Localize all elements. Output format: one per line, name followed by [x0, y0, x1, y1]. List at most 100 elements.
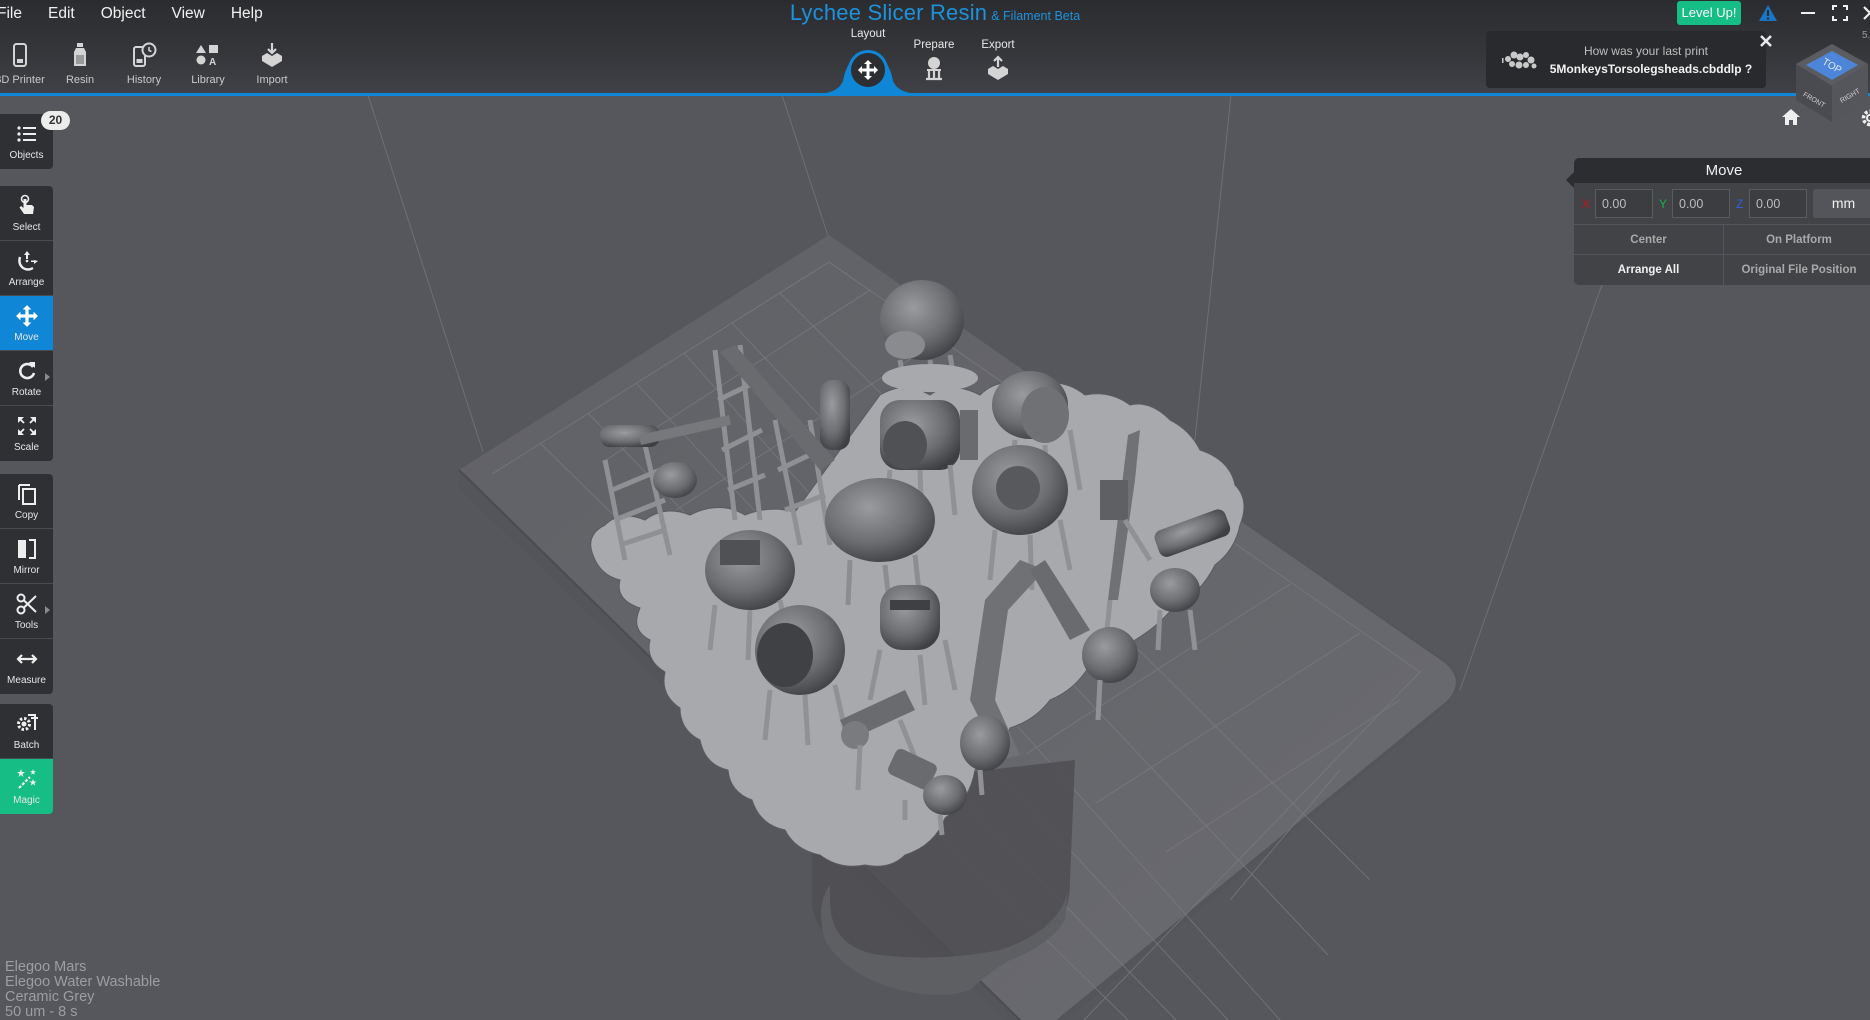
notification-close-icon[interactable] — [1758, 33, 1774, 49]
warning-icon — [1759, 5, 1777, 21]
toolbar-history-button[interactable]: History — [112, 42, 176, 86]
menu-file[interactable]: File — [0, 4, 35, 24]
move-actions-row-2: Arrange All Original File Position — [1574, 255, 1870, 285]
sidebar-mirror-label: Mirror — [13, 564, 40, 576]
sidebar-item-scale[interactable]: Scale — [0, 406, 53, 461]
toolbar-3d-printer-label: 3D Printer — [0, 74, 45, 86]
x-coordinate-input[interactable] — [1595, 189, 1653, 218]
copy-icon — [17, 483, 36, 505]
version-label: 5. — [1862, 30, 1870, 41]
sidebar-item-measure[interactable]: Measure — [0, 639, 53, 694]
z-coordinate-input[interactable] — [1749, 189, 1807, 218]
x-axis-label: X — [1582, 196, 1591, 211]
warning-button[interactable] — [1756, 2, 1780, 24]
toolbar-library-button[interactable]: A Library — [176, 42, 240, 86]
print-thumbnail — [1502, 51, 1537, 69]
menu-help[interactable]: Help — [218, 4, 276, 24]
print-feedback-notification[interactable]: How was your last print 5MonkeysTorsoleg… — [1486, 31, 1766, 88]
view-settings-gear-icon[interactable] — [1860, 108, 1870, 128]
sidebar-objects-label: Objects — [9, 150, 44, 161]
sidebar-automation-group: Batch Magic — [0, 704, 53, 814]
original-file-position-button[interactable]: Original File Position — [1724, 255, 1870, 285]
menu-edit[interactable]: Edit — [35, 4, 88, 24]
y-coordinate-input[interactable] — [1672, 189, 1730, 218]
move-arrows-icon — [858, 60, 878, 80]
sidebar-item-batch[interactable]: Batch — [0, 704, 53, 759]
svg-text:A: A — [209, 57, 216, 68]
resin-color: Ceramic Grey — [5, 989, 95, 1005]
sidebar-item-tools[interactable]: Tools — [0, 584, 53, 639]
minimize-icon — [1801, 12, 1815, 14]
sidebar-transform-group: Select Arrange Move Rotate Scale — [0, 186, 53, 461]
y-axis-label: Y — [1659, 196, 1668, 211]
toolbar-history-label: History — [126, 74, 162, 86]
notification-filename[interactable]: 5MonkeysTorsolegsheads.cbddlp ? — [1546, 62, 1756, 76]
close-icon — [1863, 6, 1870, 20]
stage-layout-button[interactable] — [848, 50, 888, 90]
sidebar-item-rotate[interactable]: Rotate — [0, 351, 53, 406]
toolbar-3d-printer-button[interactable]: 3D Printer — [0, 42, 52, 86]
scale-icon — [17, 417, 36, 435]
stage-layout-tab[interactable]: Layout — [838, 28, 898, 40]
app-window: File Edit Object View Help 3D Printer Re… — [0, 0, 1870, 1020]
close-window-button[interactable] — [1858, 2, 1870, 24]
sidebar-item-copy[interactable]: Copy — [0, 474, 53, 529]
minimize-button[interactable] — [1796, 2, 1820, 24]
unit-toggle-button[interactable]: mm — [1813, 189, 1870, 218]
toolbar-library-label: Library — [191, 74, 225, 86]
sidebar-arrange-label: Arrange — [8, 276, 45, 288]
notification-question: How was your last print — [1583, 44, 1709, 58]
sidebar-batch-label: Batch — [13, 739, 40, 751]
sidebar-copy-label: Copy — [14, 509, 39, 521]
arrange-all-button[interactable]: Arrange All — [1574, 255, 1724, 285]
sidebar-select-label: Select — [12, 221, 41, 233]
printer-model: Elegoo Mars — [5, 959, 87, 975]
move-panel-title: Move — [1574, 158, 1870, 183]
rotate-submenu-caret-icon[interactable] — [45, 373, 50, 381]
toolbar-import-button[interactable]: Import — [240, 42, 304, 86]
stage-layout-label: Layout — [850, 28, 886, 40]
toolbar-resin-button[interactable]: Resin — [48, 42, 112, 86]
sidebar-item-select[interactable]: Select — [0, 186, 53, 241]
app-title-subtitle: & Filament Beta — [991, 9, 1081, 23]
sidebar-scale-label: Scale — [13, 442, 39, 453]
printer-icon — [13, 43, 27, 67]
measure-icon — [15, 654, 38, 664]
sidebar-item-move[interactable]: Move — [0, 296, 53, 351]
printer-profile-info: Elegoo Mars Elegoo Water Washable Cerami… — [5, 960, 160, 1020]
history-icon — [133, 42, 157, 67]
move-coordinates-row: X Y Z mm — [1574, 183, 1870, 225]
view-cube[interactable]: TOP FRONT RIGHT — [1792, 42, 1870, 122]
sidebar-item-magic[interactable]: Magic — [0, 759, 53, 814]
move-panel: Move X Y Z mm Center On Platform Arrange… — [1566, 158, 1870, 285]
center-button[interactable]: Center — [1574, 225, 1724, 254]
stage-export-label: Export — [981, 39, 1015, 51]
arrange-icon — [17, 250, 38, 271]
home-view-icon[interactable] — [1781, 108, 1801, 126]
list-icon — [16, 126, 36, 142]
on-platform-button[interactable]: On Platform — [1724, 225, 1870, 254]
batch-icon — [16, 713, 38, 731]
toolbar-resin-label: Resin — [65, 74, 95, 86]
header-accent-line — [0, 93, 1870, 96]
resin-bottle-icon — [74, 43, 86, 66]
menu-object[interactable]: Object — [88, 4, 159, 24]
maximize-button[interactable] — [1828, 2, 1852, 24]
menu-view[interactable]: View — [159, 4, 218, 24]
sidebar-measure-label: Measure — [7, 675, 46, 686]
level-up-button[interactable]: Level Up! — [1677, 1, 1741, 25]
move-actions-row-1: Center On Platform — [1574, 225, 1870, 255]
layer-settings: 50 um - 8 s — [5, 1004, 78, 1020]
app-title: Lychee Slicer Resin & Filament Beta — [0, 0, 1870, 26]
sidebar-item-arrange[interactable]: Arrange — [0, 241, 53, 296]
sidebar-magic-label: Magic — [13, 795, 40, 806]
stage-export-tab[interactable]: Export — [968, 39, 1028, 86]
library-icon: A — [196, 45, 218, 68]
import-icon — [262, 43, 282, 67]
objects-count-badge: 20 — [41, 111, 70, 130]
menu-bar: File Edit Object View Help — [0, 4, 276, 24]
tools-submenu-caret-icon[interactable] — [45, 606, 50, 614]
export-icon — [988, 55, 1008, 80]
supports-icon — [926, 57, 942, 81]
sidebar-item-mirror[interactable]: Mirror — [0, 529, 53, 584]
